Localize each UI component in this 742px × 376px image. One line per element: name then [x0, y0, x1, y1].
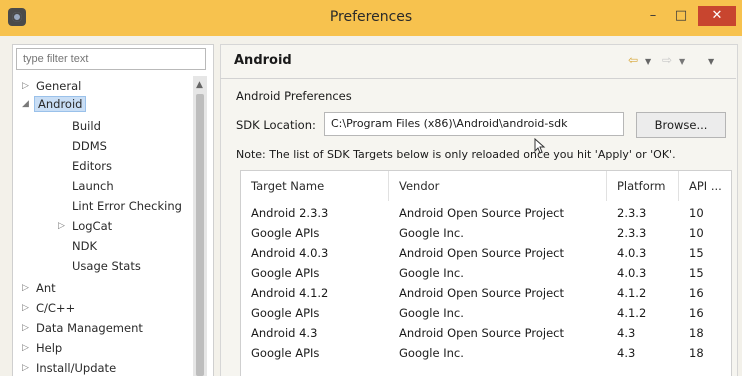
- expand-arrow-icon[interactable]: ▷: [22, 318, 29, 338]
- sdk-note: Note: The list of SDK Targets below is o…: [236, 148, 676, 161]
- table-cell[interactable]: 18: [679, 323, 731, 343]
- tree-item-android[interactable]: ◢ Android: [22, 94, 87, 114]
- browse-button[interactable]: Browse...: [636, 112, 726, 138]
- table-cell[interactable]: Google Inc.: [389, 303, 607, 323]
- table-cell[interactable]: 18: [679, 343, 731, 363]
- tree-item-install-update[interactable]: ▷ Install/Update: [22, 358, 116, 376]
- tree-item-lint-error-checking[interactable]: Lint Error Checking: [72, 196, 182, 216]
- tree-item-ant[interactable]: ▷ Ant: [22, 278, 56, 298]
- expand-arrow-icon[interactable]: ▷: [22, 338, 29, 358]
- chevron-down-icon[interactable]: ▼: [645, 57, 651, 66]
- table-cell[interactable]: 10: [679, 203, 731, 223]
- table-cell[interactable]: 4.0.3: [607, 243, 679, 263]
- table-cell[interactable]: Android 2.3.3: [241, 203, 389, 223]
- column-header-api[interactable]: API ...: [679, 171, 731, 201]
- tree-item-help[interactable]: ▷ Help: [22, 338, 62, 358]
- table-cell[interactable]: Google APIs: [241, 343, 389, 363]
- forward-arrow-icon[interactable]: ⇨: [662, 53, 672, 67]
- expand-arrow-icon[interactable]: ▷: [22, 76, 29, 96]
- minimize-button[interactable]: –: [640, 6, 666, 26]
- table-cell[interactable]: 15: [679, 243, 731, 263]
- tree-scrollbar[interactable]: ▲: [193, 76, 207, 376]
- table-cell[interactable]: Android Open Source Project: [389, 243, 607, 263]
- collapse-arrow-icon[interactable]: ◢: [22, 94, 29, 114]
- table-cell[interactable]: Google Inc.: [389, 343, 607, 363]
- table-cell[interactable]: Google Inc.: [389, 223, 607, 243]
- tree-item-usage-stats[interactable]: Usage Stats: [72, 256, 141, 276]
- tree-item-launch[interactable]: Launch: [72, 176, 114, 196]
- column-header-vendor[interactable]: Vendor: [389, 171, 607, 201]
- table-cell[interactable]: 4.3: [607, 343, 679, 363]
- scroll-up-icon[interactable]: ▲: [196, 80, 203, 90]
- table-cell[interactable]: Android Open Source Project: [389, 283, 607, 303]
- table-cell[interactable]: Android Open Source Project: [389, 203, 607, 223]
- tree-item-ddms[interactable]: DDMS: [72, 136, 107, 156]
- tree-item-editors[interactable]: Editors: [72, 156, 112, 176]
- table-cell[interactable]: 4.0.3: [607, 263, 679, 283]
- table-cell[interactable]: Google APIs: [241, 263, 389, 283]
- table-cell[interactable]: Android 4.1.2: [241, 283, 389, 303]
- section-title: Android Preferences: [236, 89, 352, 103]
- tree-item-logcat[interactable]: ▷ LogCat: [58, 216, 112, 236]
- tree-item-build[interactable]: Build: [72, 116, 101, 136]
- chevron-down-icon[interactable]: ▼: [679, 57, 685, 66]
- tree-item-ndk[interactable]: NDK: [72, 236, 97, 256]
- scrollbar-thumb[interactable]: [196, 94, 204, 376]
- table-cell[interactable]: 4.1.2: [607, 283, 679, 303]
- sdk-location-input[interactable]: C:\Program Files (x86)\Android\android-s…: [324, 112, 624, 136]
- table-cell[interactable]: 2.3.3: [607, 203, 679, 223]
- table-cell[interactable]: 15: [679, 263, 731, 283]
- back-arrow-icon[interactable]: ⇦: [628, 53, 638, 67]
- table-cell[interactable]: Google Inc.: [389, 263, 607, 283]
- expand-arrow-icon[interactable]: ▷: [22, 298, 29, 318]
- title-bar[interactable]: Preferences – □ ✕: [0, 0, 742, 36]
- view-menu-icon[interactable]: ▼: [708, 57, 714, 66]
- table-cell[interactable]: 4.3: [607, 323, 679, 343]
- table-cell[interactable]: 16: [679, 283, 731, 303]
- sdk-targets-table: Target Name Vendor Platform API ... Andr…: [240, 170, 732, 376]
- mouse-cursor-icon: [534, 138, 546, 154]
- preferences-window: Preferences – □ ✕ ▷ General ◢ Android Bu…: [0, 0, 742, 376]
- expand-arrow-icon[interactable]: ▷: [22, 278, 29, 298]
- close-button[interactable]: ✕: [698, 6, 736, 26]
- expand-arrow-icon[interactable]: ▷: [58, 216, 65, 236]
- table-cell[interactable]: 16: [679, 303, 731, 323]
- window-title: Preferences: [329, 9, 413, 25]
- table-cell[interactable]: Android 4.3: [241, 323, 389, 343]
- expand-arrow-icon[interactable]: ▷: [22, 358, 29, 376]
- table-cell[interactable]: 4.1.2: [607, 303, 679, 323]
- page-title: Android: [234, 53, 292, 68]
- table-cell[interactable]: Android 4.0.3: [241, 243, 389, 263]
- filter-input[interactable]: [16, 48, 206, 70]
- tree-item-general[interactable]: ▷ General: [22, 76, 81, 96]
- column-header-target-name[interactable]: Target Name: [241, 171, 389, 201]
- tree-item-data-management[interactable]: ▷ Data Management: [22, 318, 143, 338]
- table-cell[interactable]: Google APIs: [241, 303, 389, 323]
- page-header: Android ⇦ ▼ ⇨ ▼ ▼: [220, 44, 736, 79]
- table-cell[interactable]: 2.3.3: [607, 223, 679, 243]
- column-header-platform[interactable]: Platform: [607, 171, 679, 201]
- tree-item-cpp[interactable]: ▷ C/C++: [22, 298, 75, 318]
- sdk-location-label: SDK Location:: [236, 118, 316, 132]
- maximize-button[interactable]: □: [668, 6, 694, 26]
- table-cell[interactable]: Android Open Source Project: [389, 323, 607, 343]
- table-cell[interactable]: 10: [679, 223, 731, 243]
- table-cell[interactable]: Google APIs: [241, 223, 389, 243]
